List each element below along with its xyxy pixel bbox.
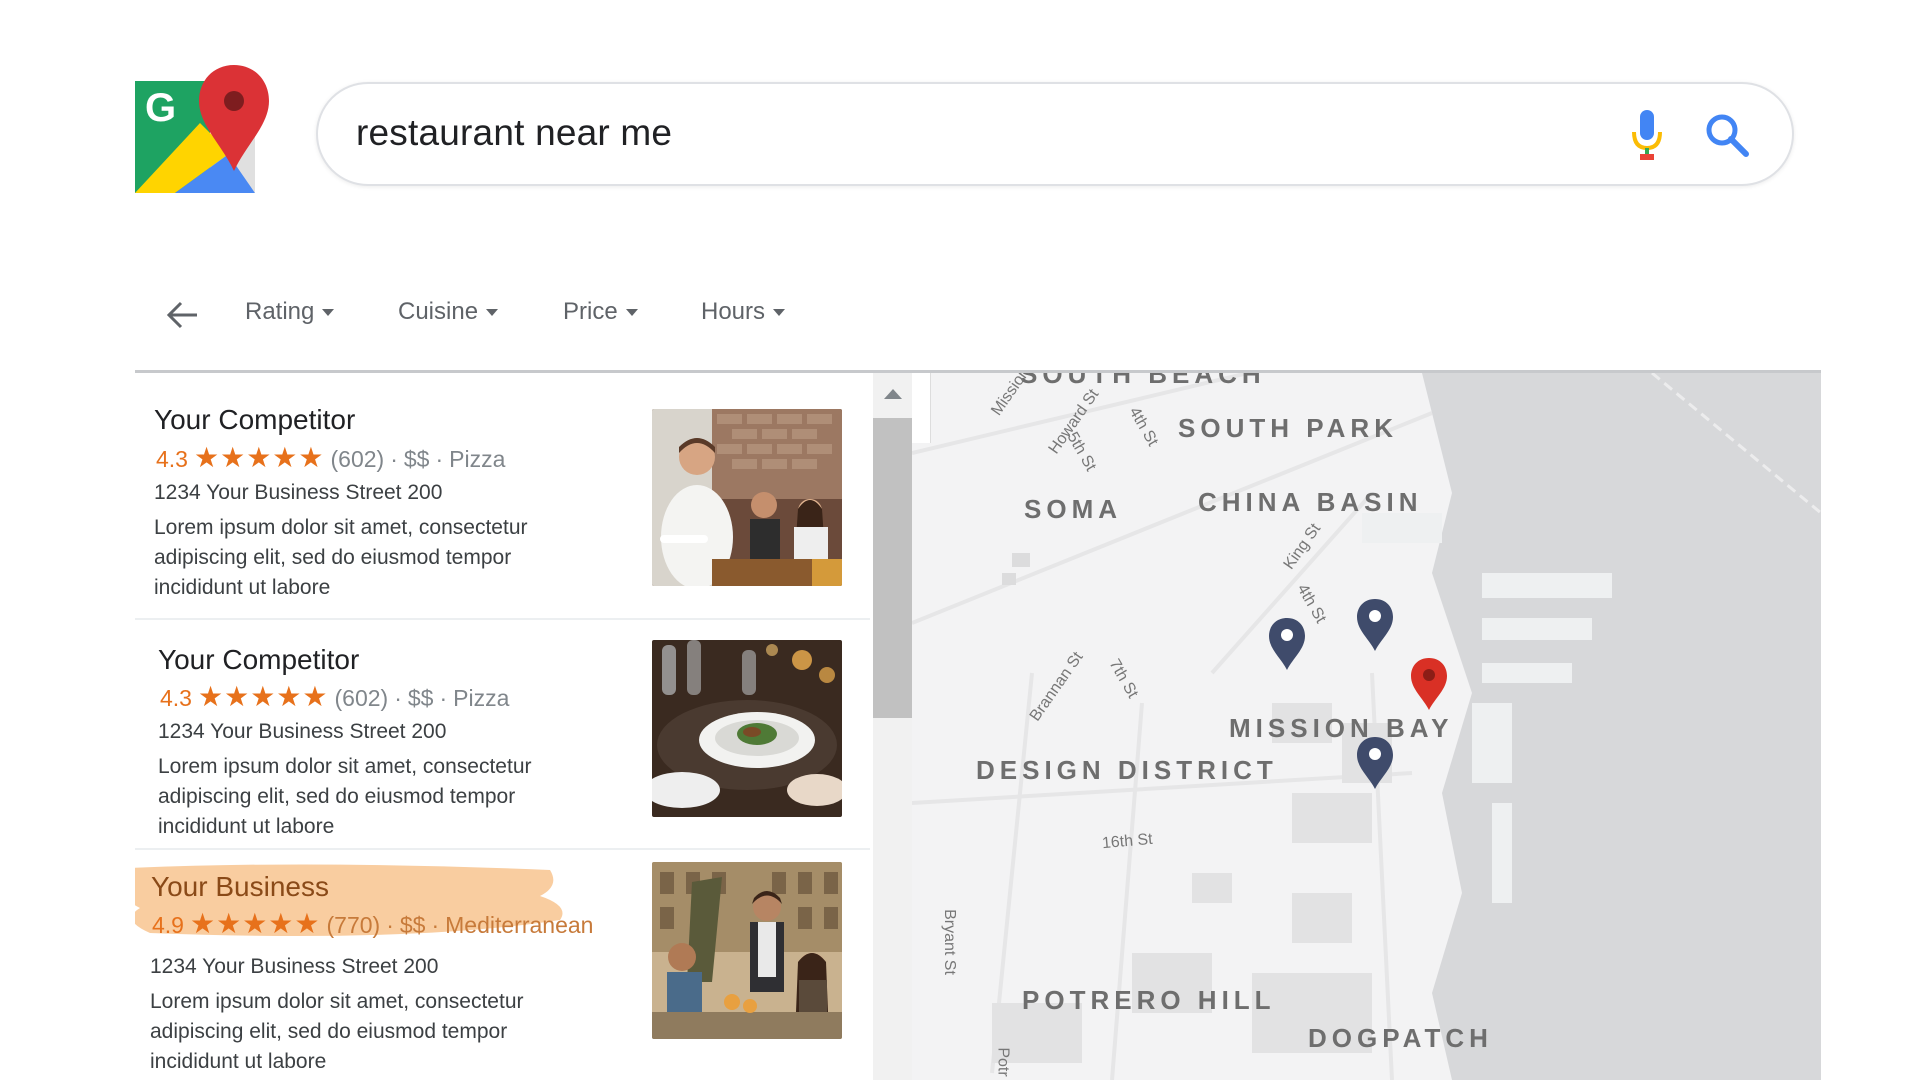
result-meta: 4.3 ★★★★★ (602) · $$ · Pizza [160, 681, 510, 715]
filter-price-label: Price [563, 298, 618, 325]
outdoor-dining-photo[interactable] [652, 862, 842, 1039]
filter-bar: Rating Cuisine Price Hours [135, 290, 835, 340]
filter-rating-label: Rating [245, 298, 315, 325]
meta-separator: · [431, 912, 440, 938]
filter-price[interactable]: Price [563, 298, 638, 326]
result-address: 1234 Your Business Street 200 [154, 481, 443, 504]
category: Pizza [449, 446, 506, 472]
results-list: Your Competitor 4.3 ★★★★★ (602) · $$ · P… [135, 373, 870, 1080]
competitor-map-pin-icon[interactable] [1267, 616, 1307, 672]
district-label: DOGPATCH [1308, 1023, 1493, 1053]
plated-dish-photo[interactable] [652, 640, 842, 817]
scroll-thumb[interactable] [873, 418, 913, 718]
search-icon[interactable] [1704, 112, 1750, 158]
district-label: DESIGN DISTRICT [976, 755, 1278, 785]
list-scrollbar[interactable] [873, 373, 913, 1080]
result-description: Lorem ipsum dolor sit amet, consectetur … [154, 516, 528, 599]
star-rating-icon: ★★★★★ [189, 908, 321, 939]
filter-hours-label: Hours [701, 298, 766, 325]
search-bar[interactable]: restaurant near me [316, 82, 1794, 186]
filter-cuisine[interactable]: Cuisine [398, 298, 499, 326]
rating-value: 4.3 [160, 685, 192, 711]
rating-value: 4.3 [156, 446, 188, 472]
result-description: Lorem ipsum dolor sit amet, consectetur … [158, 755, 532, 838]
map-view[interactable]: SOUTH BEACH SOUTH PARK SOMA CHINA BASIN … [912, 373, 1821, 1080]
svg-text:G: G [145, 86, 176, 130]
result-title[interactable]: Your Competitor [158, 644, 359, 676]
street-label: Potr [994, 1047, 1012, 1077]
district-label: MISSION BAY [1229, 713, 1454, 743]
result-title[interactable]: Your Competitor [154, 404, 355, 436]
result-card[interactable]: Your Competitor 4.3 ★★★★★ (602) · $$ · P… [135, 618, 870, 852]
result-meta: 4.3 ★★★★★ (602) · $$ · Pizza [156, 442, 506, 476]
price-level: $$ [399, 912, 426, 938]
rating-value: 4.9 [152, 912, 184, 938]
meta-separator: · [439, 685, 448, 711]
competitor-map-pin-icon[interactable] [1355, 735, 1395, 791]
district-label: SOUTH PARK [1178, 413, 1398, 443]
chevron-down-icon [322, 308, 335, 316]
filter-hours[interactable]: Hours [701, 298, 786, 326]
result-description: Lorem ipsum dolor sit amet, consectetur … [150, 990, 524, 1073]
meta-separator: · [435, 446, 444, 472]
category: Mediterranean [445, 912, 594, 938]
star-rating-icon: ★★★★★ [197, 681, 329, 712]
review-count[interactable]: (770) [327, 912, 381, 939]
price-level: $$ [403, 446, 430, 472]
result-meta: 4.9 ★★★★★ (770) · $$ · Mediterranean [152, 908, 594, 942]
result-title[interactable]: Your Business [151, 871, 329, 903]
google-maps-logo: G [135, 65, 269, 193]
chevron-down-icon [486, 308, 499, 316]
meta-separator: · [394, 685, 402, 711]
street-label: Bryant St [940, 909, 958, 975]
review-count[interactable]: (602) [335, 685, 389, 712]
filter-cuisine-label: Cuisine [398, 298, 479, 325]
your-business-map-pin-icon[interactable] [1409, 656, 1449, 712]
meta-separator: · [386, 912, 394, 938]
price-level: $$ [407, 685, 434, 711]
scroll-up-arrow-icon[interactable] [884, 389, 902, 399]
result-address: 1234 Your Business Street 200 [158, 720, 447, 743]
star-rating-icon: ★★★★★ [193, 442, 325, 473]
waiter-restaurant-photo[interactable] [652, 409, 842, 586]
category: Pizza [453, 685, 510, 711]
result-address: 1234 Your Business Street 200 [150, 955, 439, 978]
microphone-icon[interactable] [1632, 110, 1662, 162]
map-control[interactable] [912, 373, 931, 443]
review-count[interactable]: (602) [331, 446, 385, 473]
back-arrow-icon[interactable] [165, 300, 199, 330]
district-label: SOUTH BEACH [1020, 373, 1266, 389]
competitor-map-pin-icon[interactable] [1355, 597, 1395, 653]
meta-separator: · [390, 446, 398, 472]
district-label: SOMA [1024, 494, 1122, 524]
chevron-down-icon [625, 308, 638, 316]
chevron-down-icon [773, 308, 786, 316]
filter-rating[interactable]: Rating [245, 298, 335, 326]
district-label: POTRERO HILL [1022, 985, 1276, 1015]
district-label: CHINA BASIN [1198, 487, 1423, 517]
result-card[interactable]: Your Competitor 4.3 ★★★★★ (602) · $$ · P… [135, 373, 870, 605]
search-input[interactable]: restaurant near me [356, 112, 672, 154]
result-card-your-business[interactable]: Your Business 4.9 ★★★★★ (770) · $$ · Med… [135, 848, 870, 1080]
